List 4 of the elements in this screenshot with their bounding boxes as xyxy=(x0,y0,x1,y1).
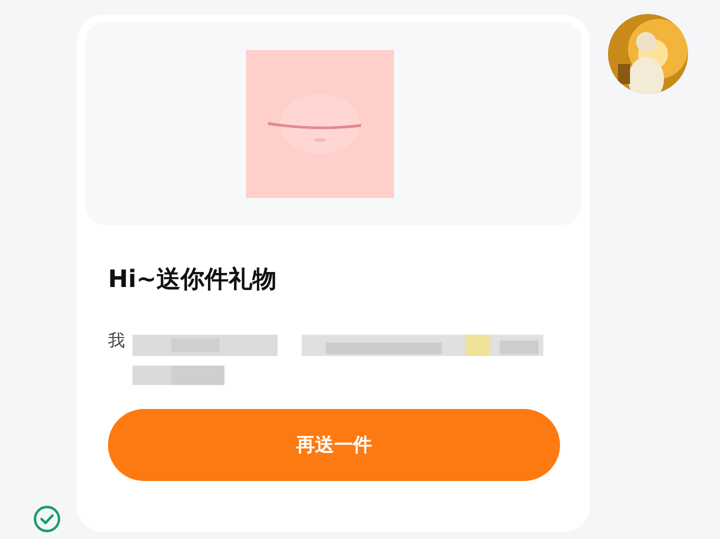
send-again-button[interactable]: 再送一件 xyxy=(108,409,560,481)
message-text: 我 xyxy=(108,330,125,352)
card-title: Hi~送你件礼物 xyxy=(108,264,278,295)
check-circle-icon xyxy=(33,505,61,533)
